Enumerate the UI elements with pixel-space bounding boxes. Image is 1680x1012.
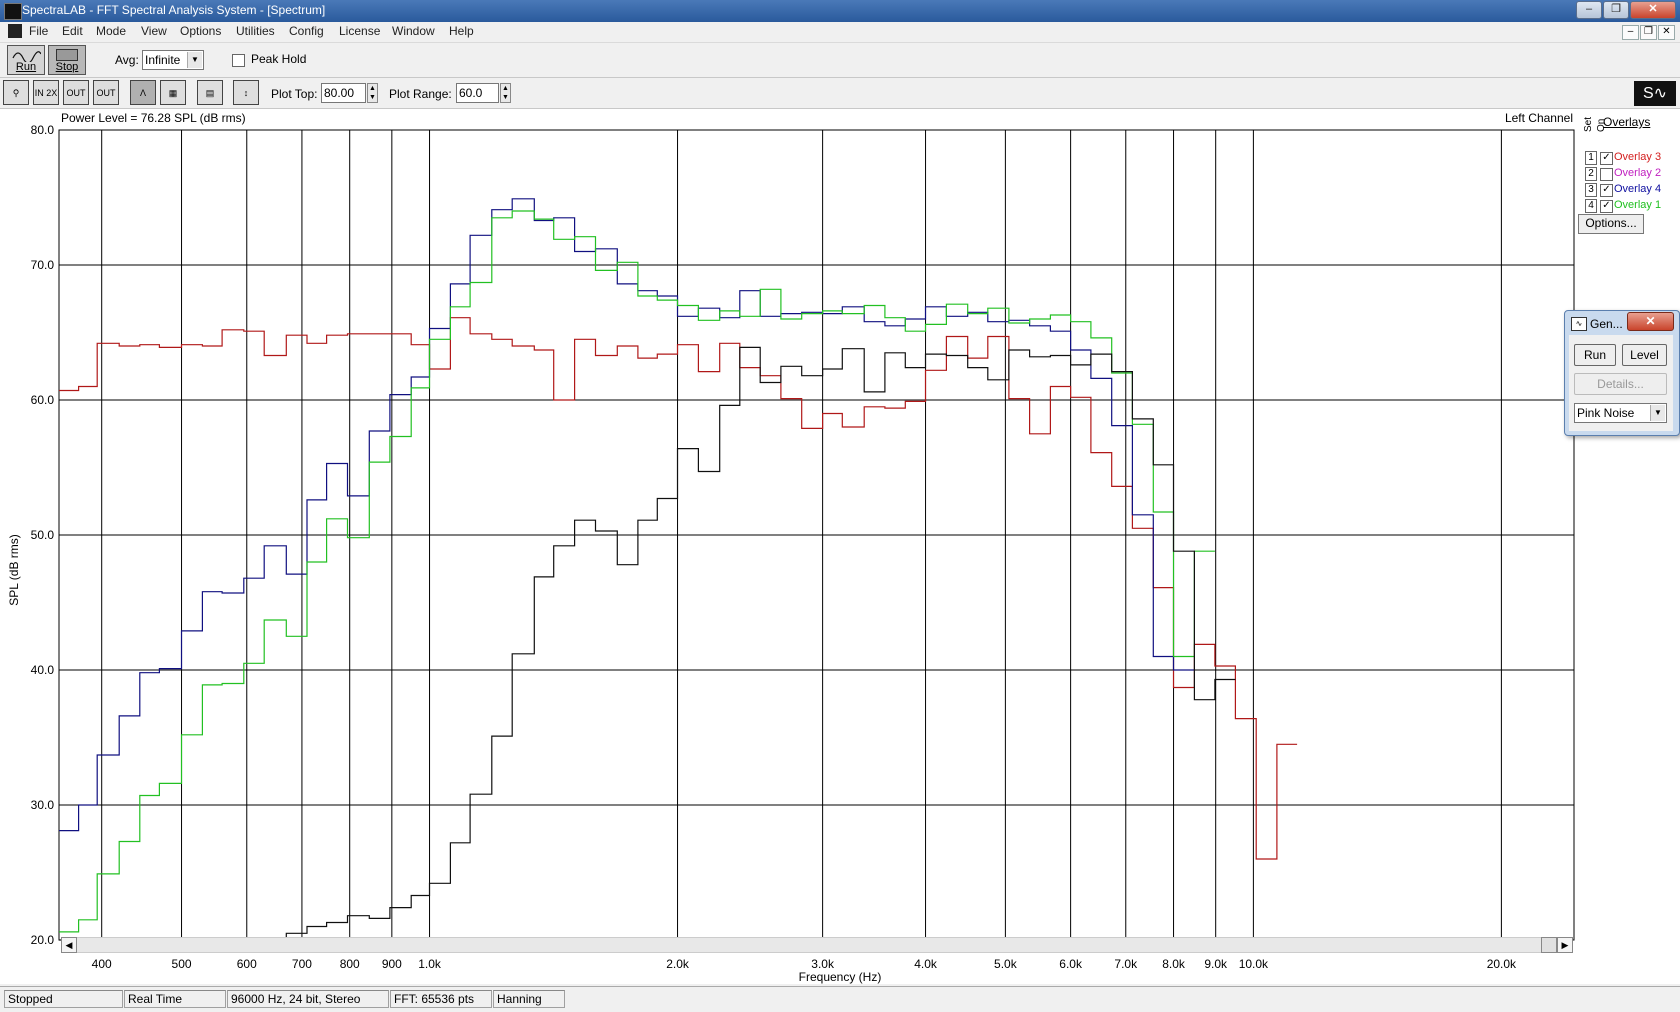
scroll-left-icon[interactable]: ◀	[61, 937, 77, 953]
x-tick-label: 900	[382, 957, 402, 971]
horizontal-scrollbar[interactable]	[77, 937, 1541, 953]
x-tick-label: 8.0k	[1162, 957, 1186, 971]
overlay-set-3-button[interactable]: 3	[1585, 183, 1597, 197]
generator-signal-select[interactable]: Pink Noise ▼	[1574, 403, 1667, 423]
x-axis-label: Frequency (Hz)	[799, 970, 882, 984]
y-axis-label: SPL (dB rms)	[7, 534, 21, 606]
y-tick-label: 80.0	[31, 123, 55, 137]
overlay-4-checkbox[interactable]: ✓	[1600, 200, 1613, 213]
overlay-set-2-button[interactable]: 2	[1585, 167, 1597, 181]
x-tick-label: 3.0k	[811, 957, 835, 971]
overlay-3-checkbox[interactable]: ✓	[1600, 184, 1613, 197]
status-mode: Real Time	[124, 990, 226, 1008]
x-tick-label: 500	[172, 957, 192, 971]
y-tick-label: 40.0	[31, 663, 55, 677]
generator-window: ∿ Gen... ✕ Run Level Details... Pink Noi…	[1564, 310, 1680, 436]
overlay-1-checkbox[interactable]: ✓	[1600, 152, 1613, 165]
x-tick-label: 9.0k	[1204, 957, 1228, 971]
scroll-right-icon[interactable]: ▶	[1557, 937, 1573, 953]
generator-title: Gen...	[1590, 317, 1623, 331]
overlays-panel	[1576, 109, 1680, 984]
x-tick-label: 6.0k	[1059, 957, 1083, 971]
series-line-overlay-1	[59, 210, 1215, 933]
x-tick-label: 800	[340, 957, 360, 971]
generator-details-button[interactable]: Details...	[1574, 373, 1667, 395]
generator-run-button[interactable]: Run	[1574, 344, 1616, 366]
overlays-title[interactable]: Overlays	[1603, 115, 1650, 129]
x-tick-label: 700	[292, 957, 312, 971]
overlay-set-1-button[interactable]: 1	[1585, 151, 1597, 165]
x-tick-label: 10.0k	[1239, 957, 1269, 971]
y-tick-label: 50.0	[31, 528, 55, 542]
x-tick-label: 1.0k	[418, 957, 442, 971]
y-tick-label: 60.0	[31, 393, 55, 407]
overlay-3-label: Overlay 4	[1614, 183, 1662, 195]
status-bar: Stopped Real Time 96000 Hz, 24 bit, Ster…	[0, 986, 1680, 1012]
overlay-1-label: Overlay 3	[1614, 151, 1662, 163]
x-tick-label: 20.0k	[1487, 957, 1517, 971]
overlay-2-checkbox[interactable]	[1600, 168, 1613, 181]
status-fft-size: FFT: 65536 pts	[390, 990, 492, 1008]
generator-signal-value: Pink Noise	[1577, 406, 1635, 420]
status-format: 96000 Hz, 24 bit, Stereo	[227, 990, 389, 1008]
overlay-2-label: Overlay 2	[1614, 167, 1662, 179]
generator-level-button[interactable]: Level	[1622, 344, 1667, 366]
series-line-overlay-4	[59, 198, 1195, 832]
generator-close-icon[interactable]: ✕	[1627, 312, 1674, 331]
channel-label: Left Channel	[1505, 111, 1573, 125]
generator-icon: ∿	[1571, 317, 1587, 331]
x-tick-label: 2.0k	[666, 957, 690, 971]
x-tick-label: 4.0k	[914, 957, 938, 971]
y-tick-label: 30.0	[31, 798, 55, 812]
status-window: Hanning	[493, 990, 565, 1008]
power-level-readout: Power Level = 76.28 SPL (dB rms)	[61, 111, 246, 125]
x-tick-label: 400	[92, 957, 112, 971]
x-tick-label: 5.0k	[994, 957, 1018, 971]
y-tick-label: 70.0	[31, 258, 55, 272]
overlay-4-label: Overlay 1	[1614, 199, 1662, 211]
overlay-options-button[interactable]: Options...	[1578, 214, 1644, 234]
y-tick-label: 20.0	[31, 933, 55, 947]
chevron-down-icon: ▼	[1650, 405, 1665, 421]
spectrum-chart: 80.0 70.0 60.0 50.0 40.0 30.0 20.0 400 500 600 70…	[7, 111, 1575, 984]
status-state: Stopped	[4, 990, 123, 1008]
set-column-label: Set	[1583, 116, 1594, 132]
series-line-overlay-2	[59, 346, 1236, 941]
x-tick-label: 600	[237, 957, 257, 971]
on-column-label: On	[1596, 118, 1607, 132]
scroll-thumb[interactable]	[1541, 937, 1557, 953]
x-tick-label: 7.0k	[1114, 957, 1138, 971]
overlay-set-4-button[interactable]: 4	[1585, 199, 1597, 213]
